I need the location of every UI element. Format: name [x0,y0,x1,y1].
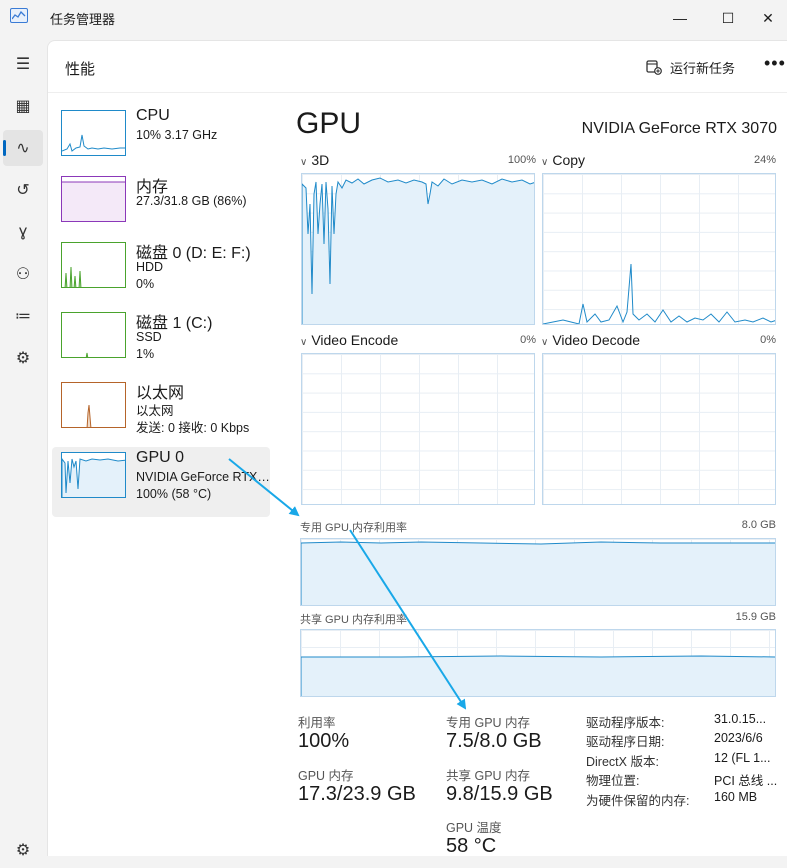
gpu-title: GPU [296,107,362,140]
graph-encode-selector[interactable]: ∨ Video Encode [300,332,398,348]
driver-version-value: 31.0.15... [714,712,767,726]
physical-location-label: 物理位置: [586,774,640,788]
directx-version-label: DirectX 版本: [586,755,659,769]
graph-copy [542,173,776,325]
title-bar: 任务管理器 — ☐ ✕ [0,0,787,36]
driver-date-label: 驱动程序日期: [586,735,665,749]
startup-icon[interactable]: ɣ [3,214,43,250]
gpu-memory-label: GPU 内存 [298,769,354,783]
disk-0-thumbnail-graph [61,242,126,288]
graph-3d-max: 100% [507,154,536,166]
graph-video-decode [542,353,776,505]
memory-thumbnail-graph [61,176,126,222]
graph-copy-max: 24% [753,154,776,166]
directx-version-value: 12 (FL 1... [714,751,771,765]
graph-encode-label: Video Encode [311,332,399,348]
gpu-temperature-label: GPU 温度 [446,821,502,835]
device-name: GPU 0 [136,449,185,466]
device-usage: 发送: 0 接收: 0 Kbps [136,421,250,435]
task-manager-app-icon [10,8,28,23]
page-title: 性能 [65,61,96,78]
driver-version-label: 驱动程序版本: [586,716,665,730]
hardware-reserved-memory-value: 160 MB [714,790,758,804]
settings-icon[interactable]: ⚙ [3,832,43,868]
graph-decode-label: Video Decode [552,332,641,348]
shared-memory-graph [300,629,776,697]
gpu-0-thumbnail-graph [61,452,126,498]
minimize-button[interactable]: — [657,0,703,36]
graph-decode-max: 0% [760,334,776,346]
run-task-label: 运行新任务 [670,60,736,76]
gpu-model: NVIDIA GeForce RTX 3070 [581,120,777,137]
shared-memory-graph-label: 共享 GPU 内存利用率 [300,614,407,626]
graph-3d-label: 3D [311,152,330,168]
graph-3d-selector[interactable]: ∨ 3D [300,152,329,168]
device-item-ethernet[interactable]: 以太网 以太网 发送: 0 接收: 0 Kbps [52,377,270,447]
graph-copy-label: Copy [552,152,586,168]
nav-rail: ☰ ▦ ∿ ↺ ɣ ⚇ ≔ ⚙ ⚙ [0,36,46,859]
hardware-reserved-memory-label: 为硬件保留的内存: [586,794,690,808]
graph-decode-selector[interactable]: ∨ Video Decode [541,332,640,348]
chevron-down-icon: ∨ [541,337,549,348]
gpu-memory-value: 17.3/23.9 GB [298,783,416,805]
chevron-down-icon: ∨ [300,337,308,348]
device-item-disk-1[interactable]: 磁盘 1 (C:) SSD 1% [52,307,270,377]
device-usage: 1% [136,347,155,361]
device-name: CPU [136,107,170,124]
utilization-value: 100% [298,730,350,752]
performance-icon[interactable]: ∿ [3,130,43,166]
shared-memory-value: 9.8/15.9 GB [446,783,553,805]
menu-icon[interactable]: ☰ [3,46,43,82]
window-title: 任务管理器 [50,12,116,27]
device-item-gpu-0[interactable]: GPU 0 NVIDIA GeForce RTX 3070 100% (58 °… [52,447,270,517]
cpu-thumbnail-graph [61,110,126,156]
close-button[interactable]: ✕ [745,0,787,36]
physical-location-value: PCI 总线 ... [714,774,778,788]
dedicated-memory-max: 8.0 GB [741,519,776,531]
chevron-down-icon: ∨ [300,157,308,168]
device-item-disk-0[interactable]: 磁盘 0 (D: E: F:) HDD 0% [52,237,270,307]
device-detail: SSD [136,330,162,344]
driver-date-value: 2023/6/6 [714,731,763,745]
shared-memory-label: 共享 GPU 内存 [446,769,531,783]
chevron-down-icon: ∨ [541,157,549,168]
shared-memory-max: 15.9 GB [735,611,776,623]
dedicated-memory-graph-label: 专用 GPU 内存利用率 [300,522,407,534]
dedicated-memory-graph [300,538,776,606]
device-usage: 0% [136,277,155,291]
app-history-icon[interactable]: ↺ [3,172,43,208]
disk-1-thumbnail-graph [61,312,126,358]
device-detail: NVIDIA GeForce RTX 3070 [136,470,270,484]
services-icon[interactable]: ⚙ [3,340,43,376]
dedicated-memory-label: 专用 GPU 内存 [446,716,531,730]
utilization-label: 利用率 [298,716,336,730]
more-options-button[interactable]: ••• [764,53,786,74]
run-new-task-button[interactable]: 运行新任务 [646,55,735,79]
details-icon[interactable]: ≔ [3,298,43,334]
graph-video-encode [301,353,535,505]
device-item-cpu[interactable]: CPU 10% 3.17 GHz [52,105,270,175]
device-detail: 10% 3.17 GHz [136,128,218,142]
dedicated-memory-value: 7.5/8.0 GB [446,730,542,752]
page-header: 性能 运行新任务 ••• [48,41,787,93]
graph-encode-max: 0% [520,334,536,346]
graph-copy-selector[interactable]: ∨ Copy [541,152,585,168]
ethernet-thumbnail-graph [61,382,126,428]
graph-3d [301,173,535,325]
processes-icon[interactable]: ▦ [3,88,43,124]
users-icon[interactable]: ⚇ [3,256,43,292]
device-item-memory[interactable]: 内存 27.3/31.8 GB (86%) [52,171,270,241]
performance-page: 性能 运行新任务 ••• CPU 10% 3.17 GHz 内存 27.3/31… [47,40,787,857]
run-task-icon [646,59,662,75]
device-usage: 100% (58 °C) [136,487,212,501]
device-detail: HDD [136,260,164,274]
gpu-temperature-value: 58 °C [446,835,497,857]
device-detail: 27.3/31.8 GB (86%) [136,194,247,208]
